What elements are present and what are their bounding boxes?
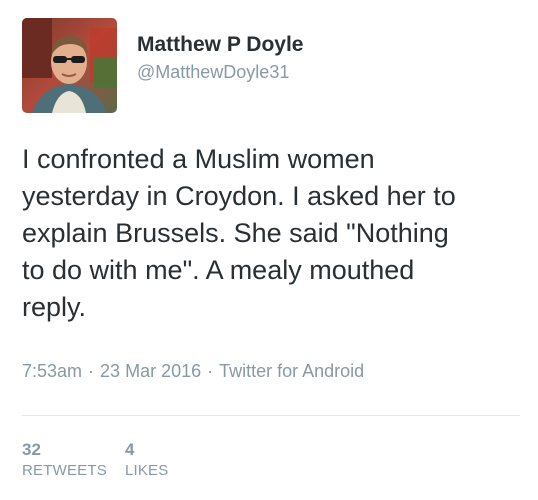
tweet-date[interactable]: 23 Mar 2016: [100, 360, 201, 382]
avatar[interactable]: [22, 18, 117, 113]
meta-separator: ·: [207, 361, 214, 381]
tweet-meta: 7:53am · 23 Mar 2016 · Twitter for Andro…: [22, 360, 364, 382]
meta-separator: ·: [88, 361, 95, 381]
tweet-header: Matthew P Doyle @MatthewDoyle31: [22, 18, 303, 113]
tweet-card: Matthew P Doyle @MatthewDoyle31 I confro…: [0, 0, 538, 500]
likes-count: 4: [124, 440, 135, 459]
retweets-stat[interactable]: 32 RETWEETS: [22, 440, 107, 480]
likes-stat[interactable]: 4 LIKES: [125, 440, 169, 480]
user-names: Matthew P Doyle @MatthewDoyle31: [137, 32, 303, 84]
likes-label: LIKES: [124, 462, 169, 479]
screen-name[interactable]: @MatthewDoyle31: [137, 60, 303, 84]
retweets-count: 32: [22, 440, 41, 459]
retweets-label: RETWEETS: [22, 462, 107, 479]
tweet-time[interactable]: 7:53am: [22, 360, 82, 382]
tweet-stats: 32 RETWEETS 4 LIKES: [22, 440, 188, 480]
divider: [22, 415, 520, 416]
display-name[interactable]: Matthew P Doyle: [137, 32, 303, 58]
tweet-text: I confronted a Muslim women yesterday in…: [22, 144, 456, 322]
tweet-source[interactable]: Twitter for Android: [219, 360, 364, 382]
